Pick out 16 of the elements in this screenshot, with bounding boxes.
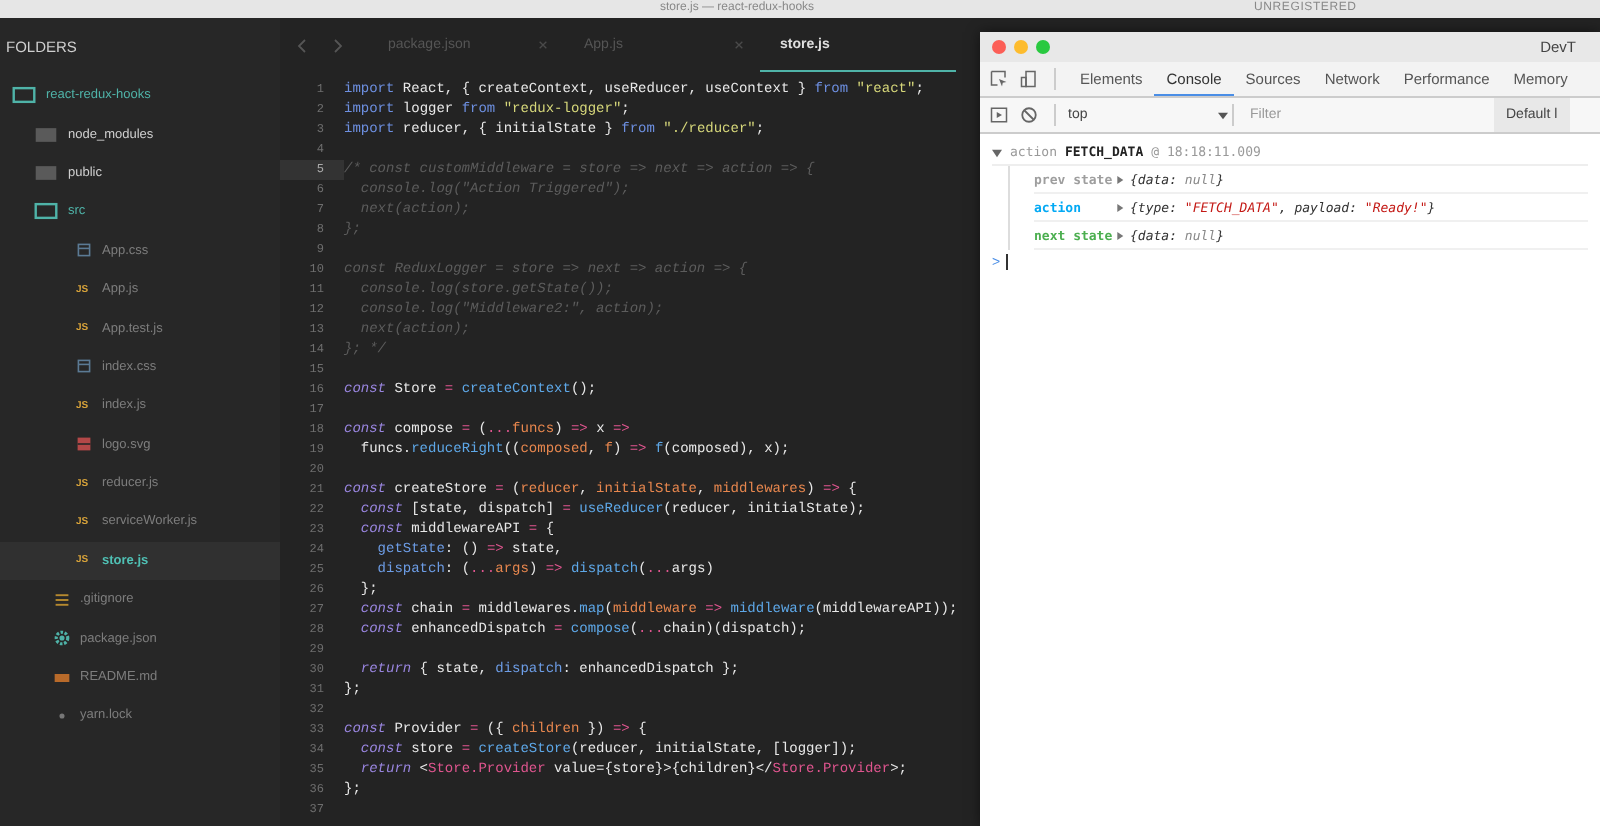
clear-console-icon[interactable] [1020, 106, 1038, 124]
close-window-button[interactable] [992, 40, 1006, 54]
stylesheet-icon [76, 358, 92, 375]
device-icon[interactable] [1020, 70, 1038, 88]
lines-icon [54, 591, 70, 608]
sidebar-toggle-icon[interactable] [990, 106, 1008, 124]
caret-icon [1218, 111, 1228, 119]
inspect-icon[interactable] [990, 70, 1008, 88]
expanded-triangle-icon[interactable] [992, 147, 1002, 157]
stylesheet-icon [76, 242, 92, 259]
image-file-icon [76, 436, 92, 453]
text-cursor [1006, 254, 1009, 270]
expand-triangle-icon[interactable] [1116, 203, 1124, 211]
expand-triangle-icon[interactable] [1116, 175, 1124, 183]
expand-triangle-icon[interactable] [1116, 231, 1124, 239]
gear-icon [54, 630, 70, 647]
